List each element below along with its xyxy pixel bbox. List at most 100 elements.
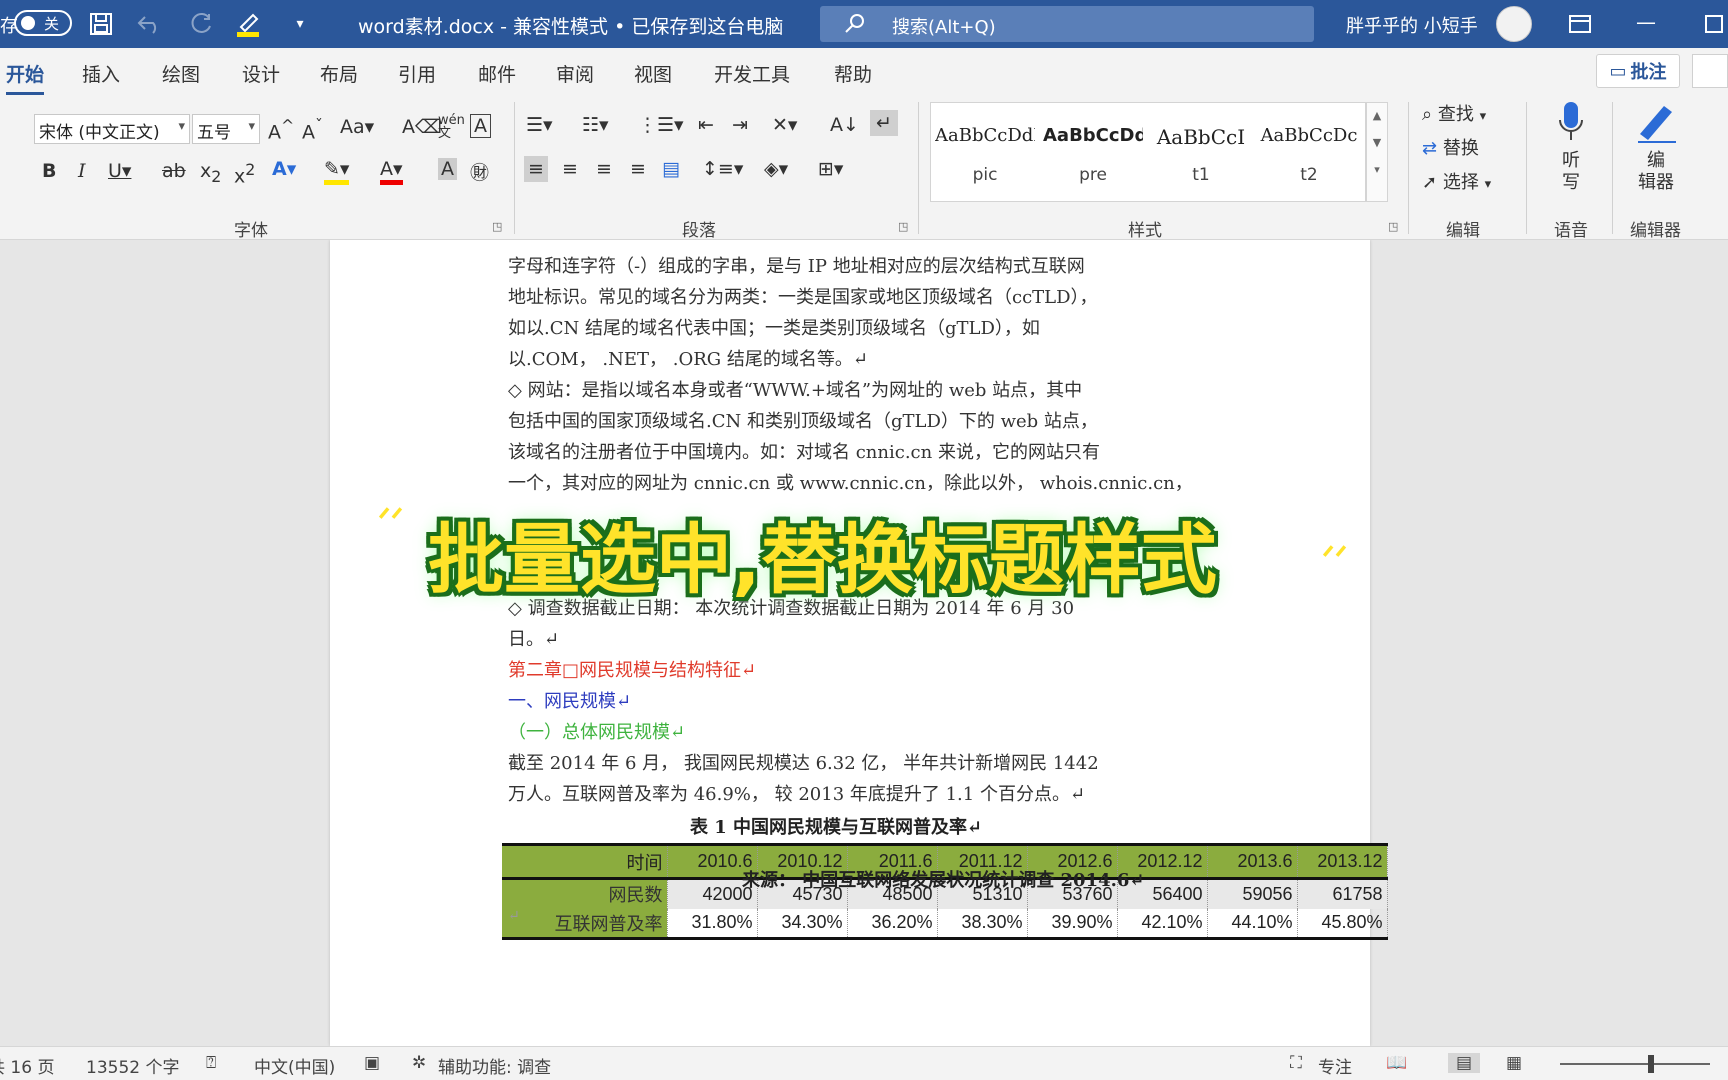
- proofing-icon[interactable]: ⍰: [206, 1053, 216, 1073]
- grow-font-icon[interactable]: A^: [268, 116, 294, 143]
- undo-icon[interactable]: [130, 10, 170, 38]
- focus-mode[interactable]: 专注: [1318, 1053, 1352, 1078]
- style-preview: AaBbCcDc: [1260, 125, 1358, 146]
- ribbon-display-icon[interactable]: [1566, 10, 1594, 38]
- highlight-color-icon[interactable]: ✎▾: [324, 158, 350, 185]
- user-name[interactable]: 胖乎乎的 小短手: [1346, 12, 1478, 38]
- italic-icon[interactable]: I: [78, 160, 86, 182]
- word-count[interactable]: 13552 个字: [86, 1053, 179, 1078]
- strikethrough-icon[interactable]: ab: [162, 160, 186, 182]
- customize-toolbar-icon[interactable]: ▾: [290, 10, 310, 38]
- font-color-icon[interactable]: A▾: [380, 158, 403, 185]
- paragraph-dialog-launcher-icon[interactable]: ◳: [898, 220, 908, 233]
- zoom-slider[interactable]: [1560, 1055, 1710, 1073]
- shrink-font-icon[interactable]: Aˇ: [302, 116, 323, 143]
- multilevel-list-icon[interactable]: ⋮☰▾: [638, 114, 684, 136]
- align-center-icon[interactable]: ≡: [562, 158, 578, 180]
- style-item[interactable]: AaBbCcI t1: [1147, 103, 1255, 201]
- zoom-slider-thumb[interactable]: [1648, 1055, 1654, 1073]
- tab-help[interactable]: 帮助: [834, 60, 872, 87]
- numbering-icon[interactable]: ☷▾: [582, 114, 609, 136]
- increase-indent-icon[interactable]: ⇥: [732, 114, 748, 136]
- status-bar: 共 16 页 13552 个字 ⍰ 中文(中国) ▣ ✲ 辅助功能: 调查 ⛶ …: [0, 1046, 1728, 1080]
- focus-icon[interactable]: ⛶: [1290, 1053, 1302, 1073]
- maximize-icon[interactable]: [1702, 10, 1726, 38]
- sort-icon[interactable]: A↓: [830, 114, 859, 136]
- language-status[interactable]: 中文(中国): [254, 1053, 335, 1078]
- style-name: pre: [1079, 165, 1107, 185]
- find-label: 查找: [1437, 104, 1474, 125]
- body-text-line: 一个，其对应的网址为 cnnic.cn 或 www.cnnic.cn，除此以外，…: [508, 473, 1193, 494]
- distributed-icon[interactable]: ▤: [662, 158, 680, 180]
- tab-home[interactable]: 开始: [6, 60, 45, 95]
- bullets-icon[interactable]: ☰▾: [526, 114, 553, 136]
- char-scaling-icon[interactable]: ✕▾: [772, 114, 797, 136]
- line-spacing-icon[interactable]: ↕≡▾: [702, 158, 743, 180]
- macro-icon[interactable]: ▣: [364, 1053, 380, 1073]
- share-icon[interactable]: [1692, 54, 1728, 88]
- underline-icon[interactable]: U▾: [108, 160, 131, 182]
- style-item[interactable]: AaBbCcDd pre: [1039, 103, 1147, 201]
- accessibility-status[interactable]: 辅助功能: 调查: [438, 1053, 551, 1078]
- web-layout-icon[interactable]: ▦: [1506, 1053, 1522, 1073]
- highlighter-icon[interactable]: [230, 10, 270, 38]
- justify-icon[interactable]: ≡: [630, 158, 646, 180]
- dictate-button[interactable]: 听 写: [1556, 100, 1586, 194]
- overlay-caption: 批量选中,替换标题样式: [428, 515, 1217, 604]
- tab-mailings[interactable]: 邮件: [478, 60, 516, 87]
- font-name-combo[interactable]: 宋体 (中文正文) ▾: [34, 114, 190, 144]
- char-border-icon[interactable]: A: [470, 114, 491, 138]
- tab-draw[interactable]: 绘图: [162, 60, 200, 87]
- replace-button[interactable]: ⇄ 替换: [1422, 134, 1479, 160]
- find-button[interactable]: ⌕ 查找 ▾: [1422, 100, 1486, 126]
- print-layout-icon[interactable]: ▤: [1448, 1053, 1481, 1073]
- style-item[interactable]: AaBbCcDc t2: [1255, 103, 1363, 201]
- style-item[interactable]: AaBbCcDdI pic: [931, 103, 1039, 201]
- more-icon[interactable]: ▾: [1367, 163, 1387, 176]
- tab-references[interactable]: 引用: [398, 60, 436, 87]
- comments-button[interactable]: ▭ 批注: [1596, 54, 1680, 88]
- subscript-icon[interactable]: x2: [200, 160, 221, 186]
- save-icon[interactable]: [86, 10, 116, 38]
- document-title[interactable]: word素材.docx - 兼容性模式 • 已保存到这台电脑: [358, 12, 783, 39]
- chevron-down-icon[interactable]: ⌄: [766, 10, 782, 38]
- style-gallery-scroll[interactable]: ▲ ▼ ▾: [1366, 102, 1388, 202]
- borders-icon[interactable]: ⊞▾: [818, 158, 843, 180]
- tab-layout[interactable]: 布局: [320, 60, 358, 87]
- group-label-paragraph: 段落: [682, 221, 716, 241]
- redo-icon[interactable]: [186, 10, 216, 38]
- font-dialog-launcher-icon[interactable]: ◳: [492, 220, 502, 233]
- autosave-toggle[interactable]: 关: [14, 10, 72, 36]
- styles-dialog-launcher-icon[interactable]: ◳: [1388, 220, 1398, 233]
- page-count[interactable]: 共 16 页: [0, 1053, 54, 1078]
- select-button[interactable]: ➚ 选择 ▾: [1422, 168, 1491, 194]
- tab-insert[interactable]: 插入: [82, 60, 120, 87]
- tab-review[interactable]: 审阅: [556, 60, 594, 87]
- align-right-icon[interactable]: ≡: [596, 158, 612, 180]
- search-box[interactable]: 搜索(Alt+Q): [820, 6, 1314, 42]
- show-marks-icon[interactable]: ↵: [870, 110, 898, 136]
- phonetic-guide-icon[interactable]: wén 文: [438, 114, 465, 140]
- enclose-char-icon[interactable]: ㊖: [470, 158, 489, 185]
- decrease-indent-icon[interactable]: ⇤: [698, 114, 714, 136]
- superscript-icon[interactable]: x2: [234, 160, 255, 187]
- tab-design[interactable]: 设计: [242, 60, 280, 87]
- shading-icon[interactable]: ◈▾: [764, 158, 788, 180]
- avatar[interactable]: [1496, 6, 1532, 42]
- text-effects-icon[interactable]: A▾: [272, 158, 296, 180]
- editor-button[interactable]: 编 辑器: [1632, 100, 1680, 194]
- bold-icon[interactable]: B: [42, 160, 56, 182]
- accessibility-icon[interactable]: ✲: [412, 1053, 426, 1073]
- chevron-up-icon[interactable]: ▲: [1367, 109, 1387, 122]
- change-case-icon[interactable]: Aa▾: [340, 116, 374, 138]
- read-mode-icon[interactable]: 📖: [1386, 1053, 1407, 1073]
- tab-developer[interactable]: 开发工具: [714, 60, 790, 87]
- char-shading-icon[interactable]: A: [438, 158, 457, 180]
- font-name-value: 宋体 (中文正文): [39, 123, 160, 143]
- chevron-down-icon[interactable]: ▼: [1367, 136, 1387, 149]
- minimize-icon[interactable]: —: [1636, 10, 1656, 34]
- font-size-combo[interactable]: 五号 ▾: [192, 114, 260, 144]
- clear-format-icon[interactable]: A⌫: [402, 116, 442, 138]
- tab-view[interactable]: 视图: [634, 60, 672, 87]
- align-left-icon[interactable]: ≡: [524, 156, 548, 182]
